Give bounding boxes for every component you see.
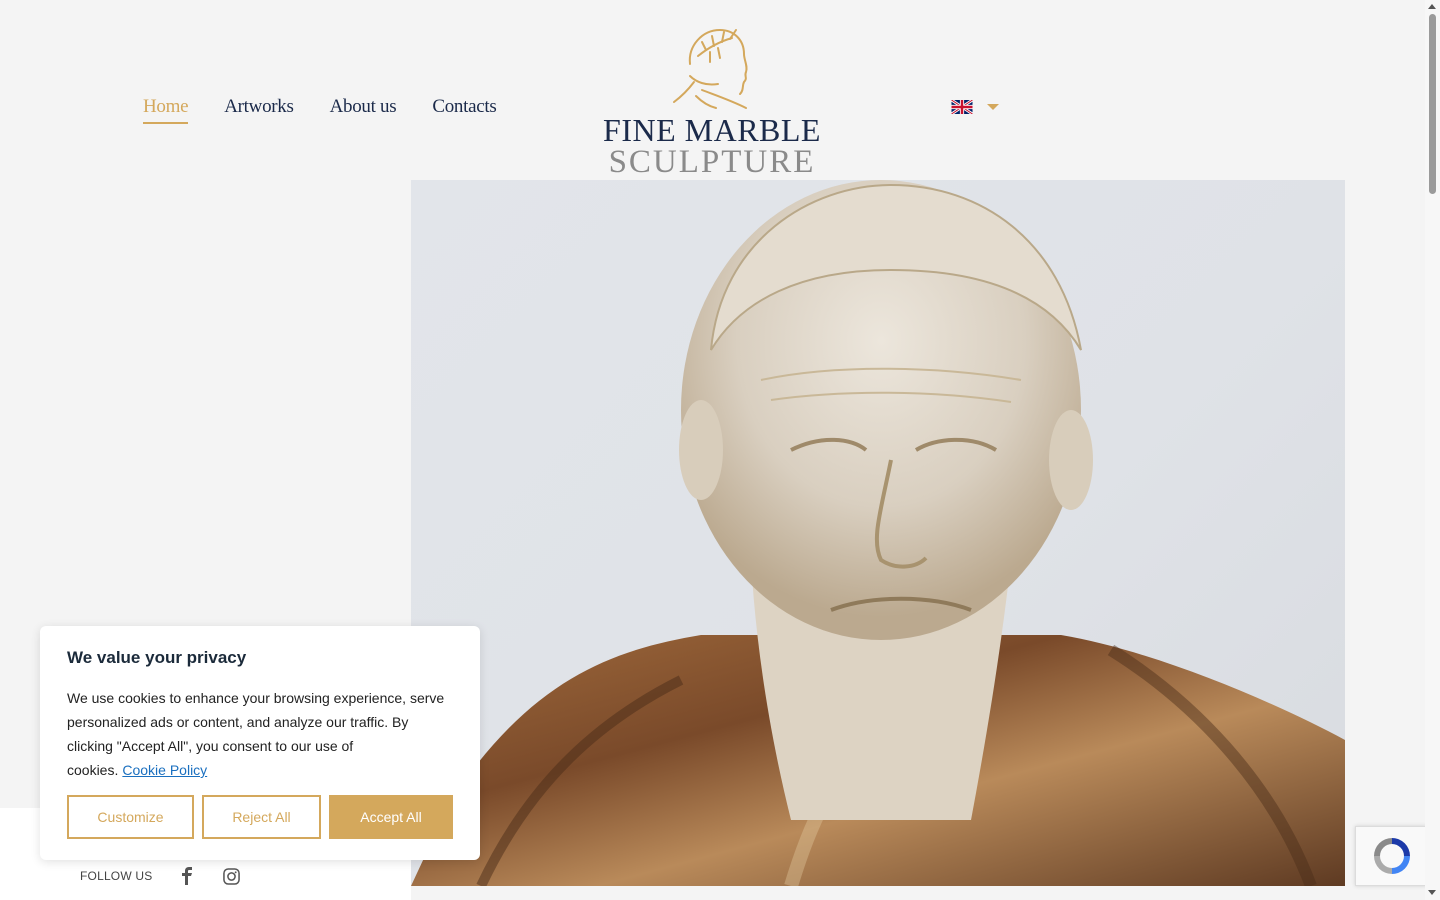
scrollbar-thumb[interactable] [1429, 14, 1436, 194]
follow-label: FOLLOW US [80, 869, 153, 883]
cookie-policy-link[interactable]: Cookie Policy [122, 762, 207, 778]
site-logo[interactable]: FINE MARBLE SCULPTURE [598, 24, 828, 196]
nav-item-home[interactable]: Home [143, 96, 189, 124]
cookie-body: We use cookies to enhance your browsing … [67, 686, 453, 782]
cookie-banner: We value your privacy We use cookies to … [40, 626, 480, 860]
cookie-title: We value your privacy [67, 648, 247, 667]
recaptcha-icon [1373, 838, 1410, 874]
laurel-head-logo-icon [673, 29, 748, 109]
cookie-buttons: Customize Reject All Accept All [67, 795, 453, 839]
page-scrollbar[interactable] [1425, 0, 1440, 900]
logo-line2: SCULPTURE [608, 144, 816, 180]
accept-all-button[interactable]: Accept All [329, 795, 453, 839]
nav-item-artworks[interactable]: Artworks [224, 96, 294, 124]
follow-us: FOLLOW US [80, 867, 240, 885]
recaptcha-badge[interactable] [1355, 826, 1427, 886]
facebook-icon[interactable] [178, 867, 196, 885]
language-selector[interactable] [951, 100, 999, 114]
customize-button[interactable]: Customize [67, 795, 194, 839]
caret-down-icon [987, 104, 999, 110]
hero-image [411, 180, 1345, 886]
main-nav: Home Artworks About us Contacts [143, 96, 497, 124]
nav-item-about[interactable]: About us [330, 96, 397, 124]
nav-item-contacts[interactable]: Contacts [432, 96, 496, 124]
scroll-up-icon[interactable] [1428, 4, 1436, 9]
logo-line1: FINE MARBLE [603, 112, 821, 148]
instagram-icon[interactable] [222, 867, 240, 885]
marble-bust-image [411, 180, 1345, 886]
reject-all-button[interactable]: Reject All [202, 795, 321, 839]
uk-flag-icon [951, 100, 973, 114]
scroll-down-icon[interactable] [1428, 890, 1436, 895]
